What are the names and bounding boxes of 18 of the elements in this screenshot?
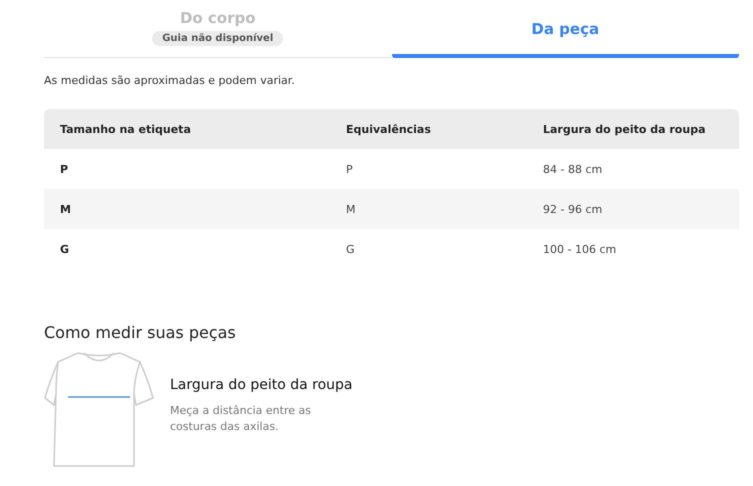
- tab[interactable]: Da peça: [392, 0, 739, 58]
- table-cell-text: 84 - 88 cm: [543, 162, 604, 176]
- disclaimer-text: As medidas são aproximadas e podem variar.: [44, 74, 296, 87]
- table-cell-text: P: [60, 162, 70, 176]
- unavailable-badge: Guia não disponível: [152, 30, 284, 46]
- table-cell-text: P: [346, 162, 354, 176]
- column-header: Largura do peito da roupa: [543, 122, 706, 136]
- column-header: Equivalências: [346, 122, 432, 136]
- table-cell-text: 100 - 106 cm: [543, 242, 618, 256]
- table-cell-text: M: [60, 202, 72, 216]
- table-cell-text: G: [346, 242, 356, 256]
- table-cell-text: G: [60, 242, 70, 256]
- section-title: Como medir suas peças: [44, 323, 237, 342]
- measure-title: Largura do peito da roupa: [170, 377, 354, 393]
- table-cell-text: M: [346, 202, 356, 216]
- measure-description: Meça a distância entre as costuras das axilas.: [170, 403, 312, 435]
- column-header: Tamanho na etiqueta: [60, 122, 192, 136]
- table-cell-text: 92 - 96 cm: [543, 202, 604, 216]
